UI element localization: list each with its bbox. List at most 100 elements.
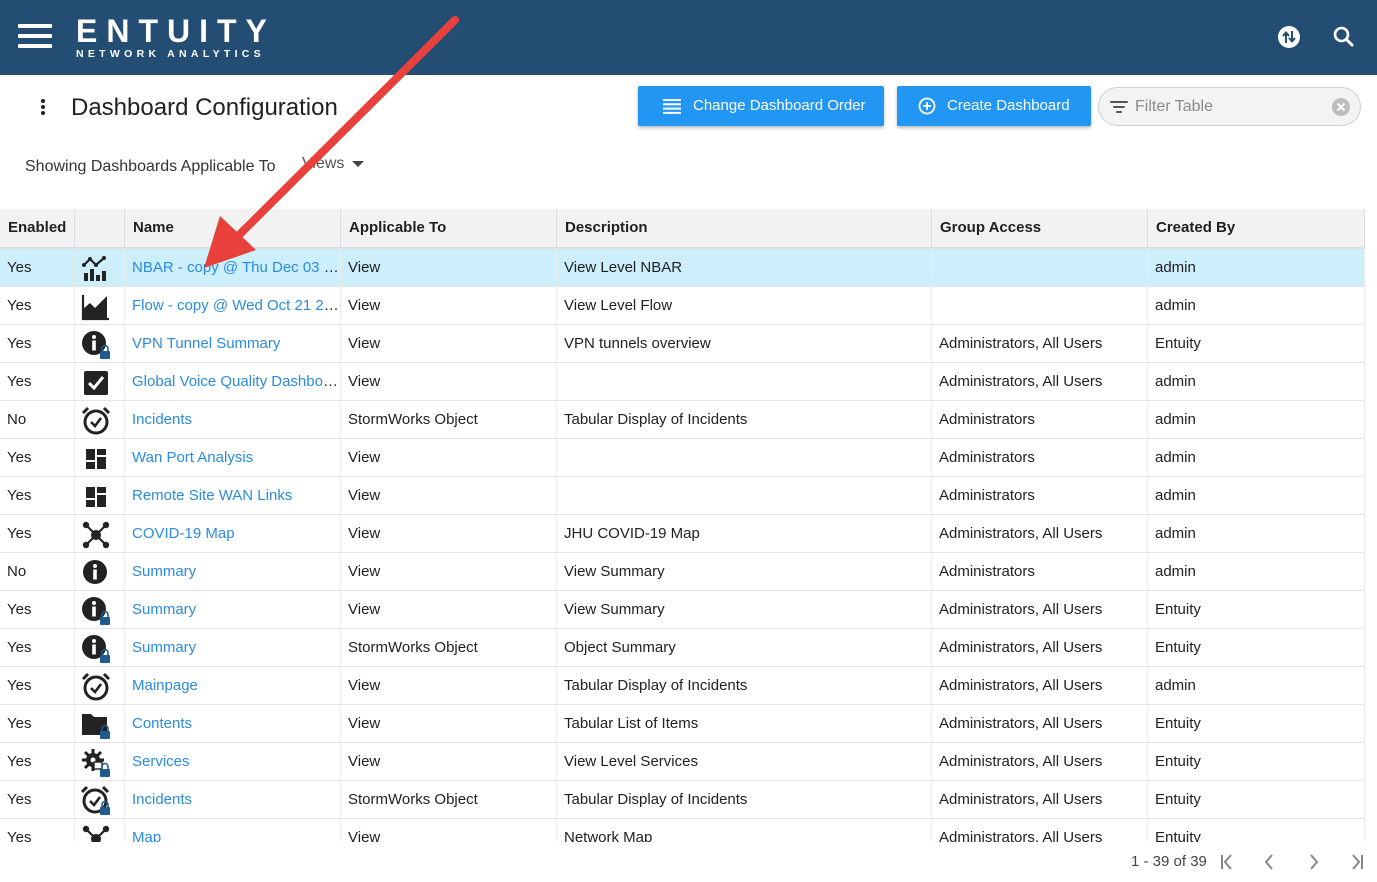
header-enabled[interactable]: Enabled [0, 209, 75, 247]
dashboard-icon-cell [75, 477, 125, 514]
alarm-icon [81, 406, 111, 435]
hamburger-menu-icon[interactable] [18, 24, 52, 48]
header-applicable-to[interactable]: Applicable To [341, 209, 557, 247]
table-row[interactable]: Yes Mainpage View Tabular Display of Incid… [0, 667, 1365, 705]
cell-group: Administrators, All Users [932, 363, 1148, 400]
header-name[interactable]: Name [125, 209, 341, 247]
table-row[interactable]: No Incidents StormWorks Object Tabular Dis… [0, 401, 1365, 439]
dashboard-name-link[interactable]: Contents [132, 715, 192, 732]
table-row[interactable]: Yes COVID-19 Map View JHU COVID-19 Map Admi… [0, 515, 1365, 553]
dashboard-name-link[interactable]: Global Voice Quality Dashboard [132, 373, 340, 390]
dashboard-icon-cell [75, 401, 125, 438]
cell-enabled: Yes [0, 629, 75, 666]
cell-created-by: admin [1148, 477, 1365, 514]
cell-group: Administrators, All Users [932, 743, 1148, 780]
cell-name: Map [125, 819, 341, 842]
showing-label: Showing Dashboards Applicable To [25, 158, 276, 175]
dashboard-name-link[interactable]: Wan Port Analysis [132, 449, 253, 466]
cell-created-by: Entuity [1148, 325, 1365, 362]
switch-server-icon[interactable] [1276, 24, 1302, 50]
applicable-to-select[interactable]: Views [302, 155, 365, 177]
pagination-range: 1 - 39 of 39 [1131, 853, 1207, 870]
table-row[interactable]: Yes Contents View Tabular List of Items Admi… [0, 705, 1365, 743]
change-dashboard-order-button[interactable]: Change Dashboard Order [638, 86, 884, 126]
cell-applicable: View [341, 819, 557, 842]
cell-description: Network Map [557, 819, 932, 842]
table-row[interactable]: Yes Summary View View Summary Administrators… [0, 591, 1365, 629]
cell-group: Administrators, All Users [932, 705, 1148, 742]
dashboard-name-link[interactable]: Incidents [132, 411, 192, 428]
table-row[interactable]: Yes Services View View Level Services Admin… [0, 743, 1365, 781]
cell-enabled: Yes [0, 743, 75, 780]
cell-applicable: StormWorks Object [341, 401, 557, 438]
create-dashboard-button[interactable]: Create Dashboard [897, 86, 1091, 126]
cell-enabled: Yes [0, 515, 75, 552]
pagination: 1 - 39 of 39 [1100, 848, 1377, 876]
dashboard-name-link[interactable]: Summary [132, 601, 196, 618]
cell-group [932, 249, 1148, 286]
top-bar: ENTUITY NETWORK ANALYTICS [0, 0, 1377, 75]
dashboard-icon-cell [75, 249, 125, 286]
dashboard-name-link[interactable]: NBAR - copy @ Thu Dec 03 2020 [132, 259, 340, 276]
dashboard-icon-cell [75, 705, 125, 742]
cell-name: VPN Tunnel Summary [125, 325, 341, 362]
dashboard-name-link[interactable]: Mainpage [132, 677, 198, 694]
cell-description: Object Summary [557, 629, 932, 666]
table-row[interactable]: Yes VPN Tunnel Summary View VPN tunnels ove… [0, 325, 1365, 363]
first-page-icon[interactable] [1216, 851, 1238, 873]
table-row[interactable]: Yes Remote Site WAN Links View Administrat… [0, 477, 1365, 515]
header-created-by[interactable]: Created By [1148, 209, 1365, 247]
dashboard-icon-cell [75, 287, 125, 324]
table-row[interactable]: No Summary View View Summary Administrators a… [0, 553, 1365, 591]
filter-icon [1110, 101, 1128, 113]
cell-name: Wan Port Analysis [125, 439, 341, 476]
cell-description: Tabular Display of Incidents [557, 781, 932, 818]
previous-page-icon[interactable] [1258, 851, 1280, 873]
cell-applicable: View [341, 439, 557, 476]
cell-description: Tabular List of Items [557, 705, 932, 742]
brand-name: ENTUITY [76, 13, 276, 49]
next-page-icon[interactable] [1303, 851, 1325, 873]
table-row[interactable]: Yes Incidents StormWorks Object Tabular Di… [0, 781, 1365, 819]
cell-description: VPN tunnels overview [557, 325, 932, 362]
clear-filter-icon[interactable] [1331, 97, 1351, 117]
cell-group: Administrators, All Users [932, 781, 1148, 818]
table-row[interactable]: Yes Map View Network Map Administrators, Al… [0, 819, 1365, 842]
header-description[interactable]: Description [557, 209, 932, 247]
search-icon[interactable] [1331, 24, 1357, 50]
change-dashboard-order-label: Change Dashboard Order [693, 97, 866, 114]
cell-group: Administrators, All Users [932, 819, 1148, 842]
cell-enabled: Yes [0, 439, 75, 476]
dashboard-icon-cell [75, 743, 125, 780]
table-row[interactable]: Yes Flow - copy @ Wed Oct 21 2020 View View… [0, 287, 1365, 325]
app-window: ENTUITY NETWORK ANALYTICS Dashboard Conf… [0, 0, 1377, 882]
cell-enabled: Yes [0, 667, 75, 704]
table-row[interactable]: Yes Global Voice Quality Dashboard View Adm… [0, 363, 1365, 401]
dashboard-name-link[interactable]: Summary [132, 639, 196, 656]
dashboard-tiles-icon [86, 449, 106, 469]
checkbox-icon [84, 371, 108, 395]
header-icon[interactable] [75, 209, 125, 247]
table-row[interactable]: Yes Wan Port Analysis View Administrators a… [0, 439, 1365, 477]
dashboard-name-link[interactable]: VPN Tunnel Summary [132, 335, 280, 352]
dashboard-name-link[interactable]: Flow - copy @ Wed Oct 21 2020 [132, 297, 340, 314]
dashboard-name-link[interactable]: Summary [132, 563, 196, 580]
table-row[interactable]: Yes Summary StormWorks Object Object Summar… [0, 629, 1365, 667]
cell-created-by: Entuity [1148, 705, 1365, 742]
header-group-access[interactable]: Group Access [932, 209, 1148, 247]
more-options-icon[interactable] [36, 96, 50, 118]
cell-applicable: View [341, 325, 557, 362]
dashboard-name-link[interactable]: Map [132, 829, 161, 842]
network-map-icon [82, 521, 110, 549]
last-page-icon[interactable] [1346, 851, 1368, 873]
dashboard-name-link[interactable]: Services [132, 753, 190, 770]
dashboard-name-link[interactable]: Remote Site WAN Links [132, 487, 292, 504]
filter-table-input[interactable] [1135, 96, 1325, 118]
dashboard-name-link[interactable]: Incidents [132, 791, 192, 808]
table-row[interactable]: Yes NBAR - copy @ Thu Dec 03 2020 View Vie… [0, 249, 1365, 287]
cell-name: Incidents [125, 401, 341, 438]
brand-logo: ENTUITY NETWORK ANALYTICS [76, 15, 276, 60]
cell-name: Summary [125, 553, 341, 590]
dashboard-name-link[interactable]: COVID-19 Map [132, 525, 235, 542]
cell-description: View Summary [557, 591, 932, 628]
